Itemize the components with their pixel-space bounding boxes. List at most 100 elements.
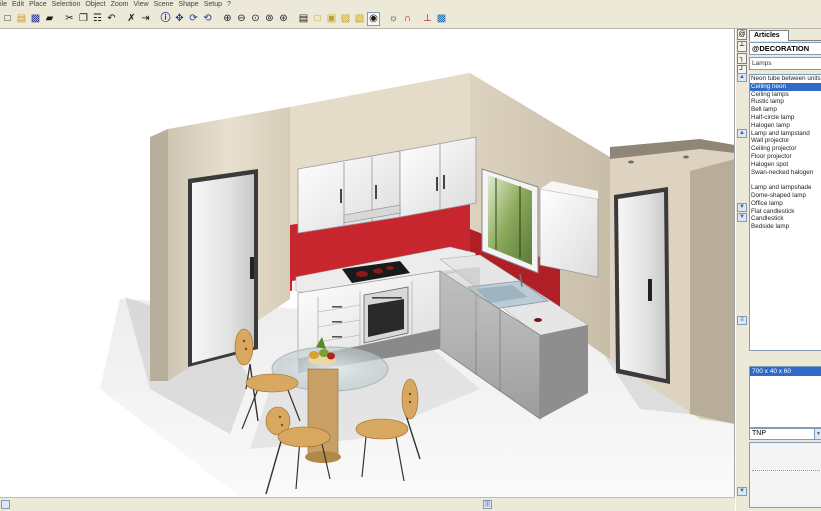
preview-outline: [752, 470, 821, 471]
view-side-icon[interactable]: ▨: [339, 12, 352, 26]
list-item[interactable]: Flat candlestick: [750, 208, 821, 216]
delete-icon[interactable]: ✗: [125, 12, 138, 26]
display-icon[interactable]: ▤: [297, 12, 310, 26]
light-icon[interactable]: ☼: [387, 12, 400, 26]
finish-combo[interactable]: TNP ▼: [749, 428, 821, 440]
drawer-handle: [332, 321, 342, 323]
list-scroll-up-button[interactable]: ▲: [737, 129, 747, 138]
new-file-icon[interactable]: □: [1, 12, 14, 26]
measure-icon[interactable]: ▩: [435, 12, 448, 26]
chevron-down-icon[interactable]: ▼: [814, 429, 821, 439]
scroll-thumb[interactable]: ≡: [737, 316, 747, 325]
menu-item[interactable]: ile: [0, 0, 7, 10]
tab-articles[interactable]: Articles: [749, 30, 789, 41]
menu-item[interactable]: Scene: [154, 0, 174, 10]
magnet-icon[interactable]: ∩: [401, 12, 414, 26]
left-door-handle[interactable]: [250, 257, 254, 279]
photo-icon[interactable]: ◉: [367, 12, 380, 26]
list-item[interactable]: Lamp and lampshade: [750, 184, 821, 192]
finish-value: TNP: [752, 430, 766, 437]
tab-layout-bottom[interactable]: ┴: [737, 41, 747, 52]
right-door[interactable]: [618, 192, 666, 379]
zoom-all-icon[interactable]: ⊚: [263, 12, 276, 26]
menu-item[interactable]: Object: [85, 0, 105, 10]
list-item[interactable]: Office lamp: [750, 200, 821, 208]
axis-icon[interactable]: ⊥: [421, 12, 434, 26]
tab-catalog[interactable]: @: [737, 29, 747, 40]
menu-item[interactable]: ?: [227, 0, 231, 10]
list-item[interactable]: Dome-shaped lamp: [750, 192, 821, 200]
scroll-left-button[interactable]: [1, 500, 10, 509]
category-selector[interactable]: @DECORATION: [749, 42, 821, 55]
list-item[interactable]: Swan-necked halogen: [750, 169, 821, 177]
tab-layout-right[interactable]: ┐: [737, 53, 747, 64]
cut-icon[interactable]: ✂: [63, 12, 76, 26]
dimensions-selected[interactable]: 700 x 40 x 60: [750, 367, 821, 376]
upper-corner-cabinet[interactable]: [539, 188, 599, 278]
list-item[interactable]: Wall projector: [750, 137, 821, 145]
move-icon[interactable]: ✥: [173, 12, 186, 26]
list-item[interactable]: Lamp and lampstand: [750, 130, 821, 138]
list-scroll-up-button[interactable]: ▲: [737, 73, 747, 82]
list-item[interactable]: Candlestick: [750, 215, 821, 223]
list-item[interactable]: Bedside lamp: [750, 223, 821, 231]
list-gap: [750, 176, 821, 184]
scroll-down-button[interactable]: ▼: [737, 487, 747, 496]
horizontal-scrollbar[interactable]: |||: [0, 497, 735, 511]
info-icon[interactable]: ⓘ: [159, 12, 172, 26]
articles-panel: Articles @DECORATION Lamps Neon tube bet…: [747, 29, 821, 511]
copy-icon[interactable]: ❐: [77, 12, 90, 26]
view-3d-icon[interactable]: ▧: [353, 12, 366, 26]
rotate-icon[interactable]: ⟳: [187, 12, 200, 26]
print-icon[interactable]: ▰: [43, 12, 56, 26]
zoom-window-icon[interactable]: ⊙: [249, 12, 262, 26]
list-item[interactable]: Rustic lamp: [750, 98, 821, 106]
tab-strip-filler: [789, 30, 821, 41]
right-door-handle[interactable]: [648, 279, 652, 301]
scroll-thumb[interactable]: |||: [483, 500, 492, 509]
subcategory-selector[interactable]: Lamps: [749, 57, 821, 70]
menu-item[interactable]: Selection: [52, 0, 81, 10]
drawer-handle: [332, 336, 342, 338]
list-item[interactable]: Ceiling neon: [750, 82, 821, 91]
list-item[interactable]: Floor projector: [750, 153, 821, 161]
view-front-icon[interactable]: ▣: [325, 12, 338, 26]
list-scroll-down-button[interactable]: ▼: [737, 213, 747, 222]
rotate-3d-icon[interactable]: ⟲: [201, 12, 214, 26]
zoom-in-icon[interactable]: ⊕: [221, 12, 234, 26]
ceiling-spot: [628, 160, 634, 164]
menu-item[interactable]: Edit: [12, 0, 24, 10]
burner: [373, 268, 383, 274]
list-item[interactable]: Half-circle lamp: [750, 114, 821, 122]
menu-item[interactable]: Place: [29, 0, 47, 10]
undo-icon[interactable]: ↶: [105, 12, 118, 26]
list-item[interactable]: Halogen spot: [750, 161, 821, 169]
3d-viewport[interactable]: [0, 29, 735, 497]
list-item[interactable]: Halogen lamp: [750, 122, 821, 130]
view-top-icon[interactable]: □: [311, 12, 324, 26]
article-list: Neon tube between units Ceiling neon Ceili…: [749, 74, 821, 351]
cabinet-handle: [375, 185, 377, 199]
zoom-fit-icon[interactable]: ⊛: [277, 12, 290, 26]
menu-item[interactable]: Zoom: [111, 0, 129, 10]
save-icon[interactable]: ▩: [29, 12, 42, 26]
menu-item[interactable]: Setup: [204, 0, 222, 10]
article-preview: [749, 442, 821, 508]
fruit: [327, 352, 335, 360]
oven-handle: [372, 297, 402, 299]
list-item[interactable]: Bell lamp: [750, 106, 821, 114]
open-folder-icon[interactable]: ▤: [15, 12, 28, 26]
insert-icon[interactable]: ⇥: [139, 12, 152, 26]
paste-icon[interactable]: ☶: [91, 12, 104, 26]
menu-item[interactable]: Shape: [178, 0, 198, 10]
ceiling-spot: [683, 155, 689, 159]
burner: [386, 266, 394, 270]
zoom-out-icon[interactable]: ⊖: [235, 12, 248, 26]
bowl-on-counter: [534, 318, 542, 322]
list-item[interactable]: Ceiling lamps: [750, 91, 821, 99]
list-item[interactable]: Ceiling projector: [750, 145, 821, 153]
list-scroll-down-button[interactable]: ▼: [737, 203, 747, 212]
burner: [356, 271, 368, 277]
list-item[interactable]: Neon tube between units: [750, 75, 821, 83]
menu-item[interactable]: View: [134, 0, 149, 10]
